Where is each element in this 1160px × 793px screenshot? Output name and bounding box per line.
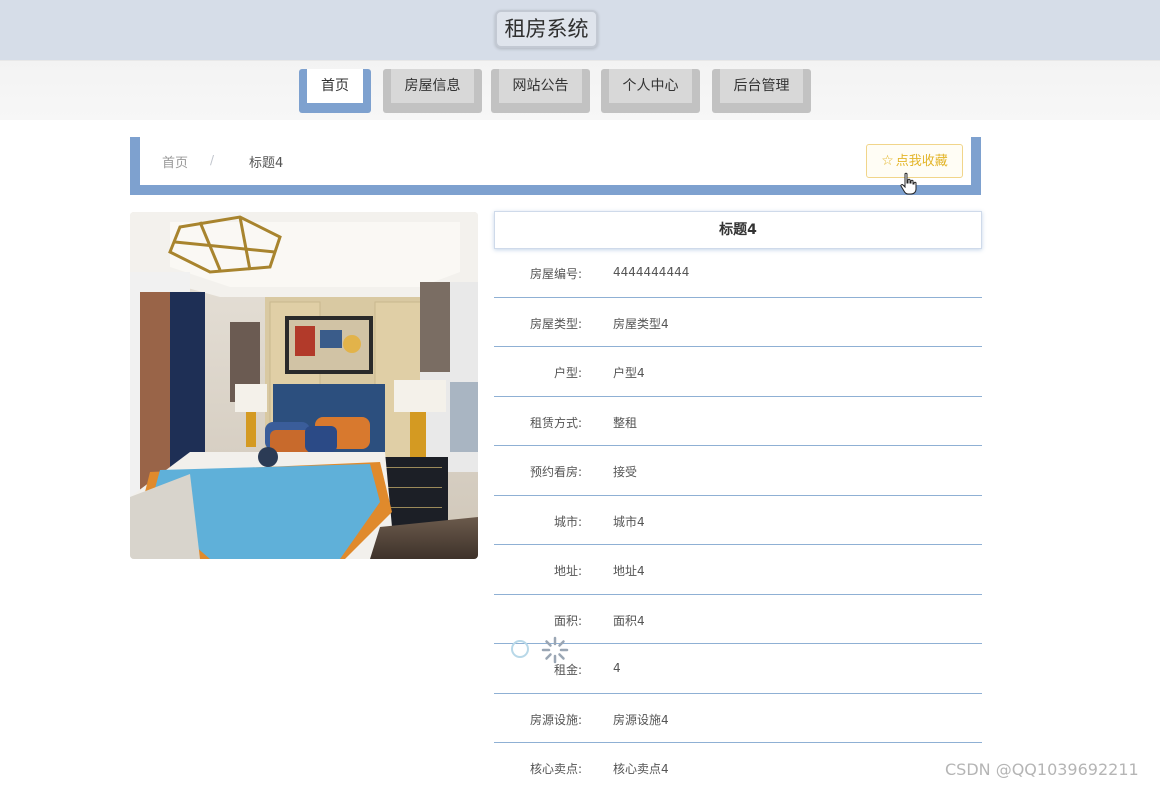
- detail-title: 标题4: [494, 211, 982, 249]
- field-label: 地址:: [553, 564, 582, 578]
- field-label: 房屋编号:: [529, 267, 582, 281]
- field-value: 4: [613, 661, 621, 675]
- detail-row-facilities: 房源设施: 房源设施4: [494, 694, 982, 743]
- field-label: 面积:: [553, 613, 582, 628]
- house-photo: [130, 212, 478, 559]
- field-value: 4444444444: [613, 265, 690, 279]
- field-value: 户型4: [613, 366, 645, 380]
- main-nav: 首页 房屋信息 网站公告 个人中心 后台管理: [0, 60, 1160, 120]
- hand-cursor-icon: [900, 172, 917, 195]
- detail-row-selling-point: 核心卖点: 核心卖点4: [494, 743, 982, 793]
- loading-indicator: [511, 636, 571, 666]
- nav-item-home[interactable]: 首页: [299, 69, 371, 113]
- breadcrumb-bar: 首页 / 标题4 ☆ 点我收藏: [130, 137, 981, 195]
- smile-icon: [511, 640, 529, 658]
- breadcrumb: 首页 / 标题4 ☆ 点我收藏: [140, 137, 971, 185]
- nav-item-label: 房屋信息: [391, 69, 474, 103]
- nav-item-personal-center[interactable]: 个人中心: [601, 69, 700, 113]
- nav-item-house-info[interactable]: 房屋信息: [383, 69, 482, 113]
- field-label: 核心卖点:: [529, 762, 582, 776]
- breadcrumb-separator: /: [210, 153, 215, 167]
- field-value: 房屋类型4: [613, 316, 669, 331]
- spinner-icon: [541, 636, 569, 664]
- detail-row-house-type: 房屋类型: 房屋类型4: [494, 298, 982, 347]
- detail-row-layout: 户型: 户型4: [494, 347, 982, 397]
- field-value: 整租: [613, 415, 638, 430]
- field-value: 面积4: [613, 613, 645, 628]
- nav-item-admin[interactable]: 后台管理: [712, 69, 811, 113]
- star-outline-icon: ☆: [881, 153, 894, 169]
- field-value: 接受: [613, 465, 638, 479]
- detail-row-viewing: 预约看房: 接受: [494, 446, 982, 496]
- detail-row-rental-mode: 租赁方式: 整租: [494, 397, 982, 446]
- watermark: CSDN @QQ1039692211: [945, 760, 1139, 779]
- site-title: 租房系统: [495, 10, 598, 48]
- field-value: 房源设施4: [613, 712, 669, 727]
- nav-item-label: 首页: [307, 69, 363, 103]
- field-label: 房源设施:: [529, 712, 582, 727]
- nav-item-label: 网站公告: [499, 69, 582, 103]
- favorite-button-label: 点我收藏: [895, 154, 948, 169]
- nav-item-label: 后台管理: [720, 69, 803, 103]
- field-label: 户型:: [553, 366, 582, 380]
- nav-item-announcements[interactable]: 网站公告: [491, 69, 590, 113]
- detail-field-list: 房屋编号: 4444444444 房屋类型: 房屋类型4 户型: 户型4 租赁方…: [494, 248, 982, 793]
- detail-row-city: 城市: 城市4: [494, 496, 982, 545]
- nav-item-label: 个人中心: [609, 69, 692, 103]
- field-value: 核心卖点4: [613, 762, 669, 776]
- breadcrumb-home-link[interactable]: 首页: [162, 152, 188, 171]
- top-header: 租房系统: [0, 0, 1160, 60]
- breadcrumb-current: 标题4: [249, 156, 284, 171]
- detail-row-address: 地址: 地址4: [494, 545, 982, 595]
- detail-row-house-number: 房屋编号: 4444444444: [494, 248, 982, 298]
- field-label: 房屋类型:: [529, 316, 582, 331]
- field-value: 城市4: [613, 514, 645, 529]
- field-label: 租赁方式:: [529, 415, 582, 430]
- field-value: 地址4: [613, 564, 645, 578]
- field-label: 预约看房:: [529, 465, 582, 479]
- field-label: 城市:: [553, 514, 582, 529]
